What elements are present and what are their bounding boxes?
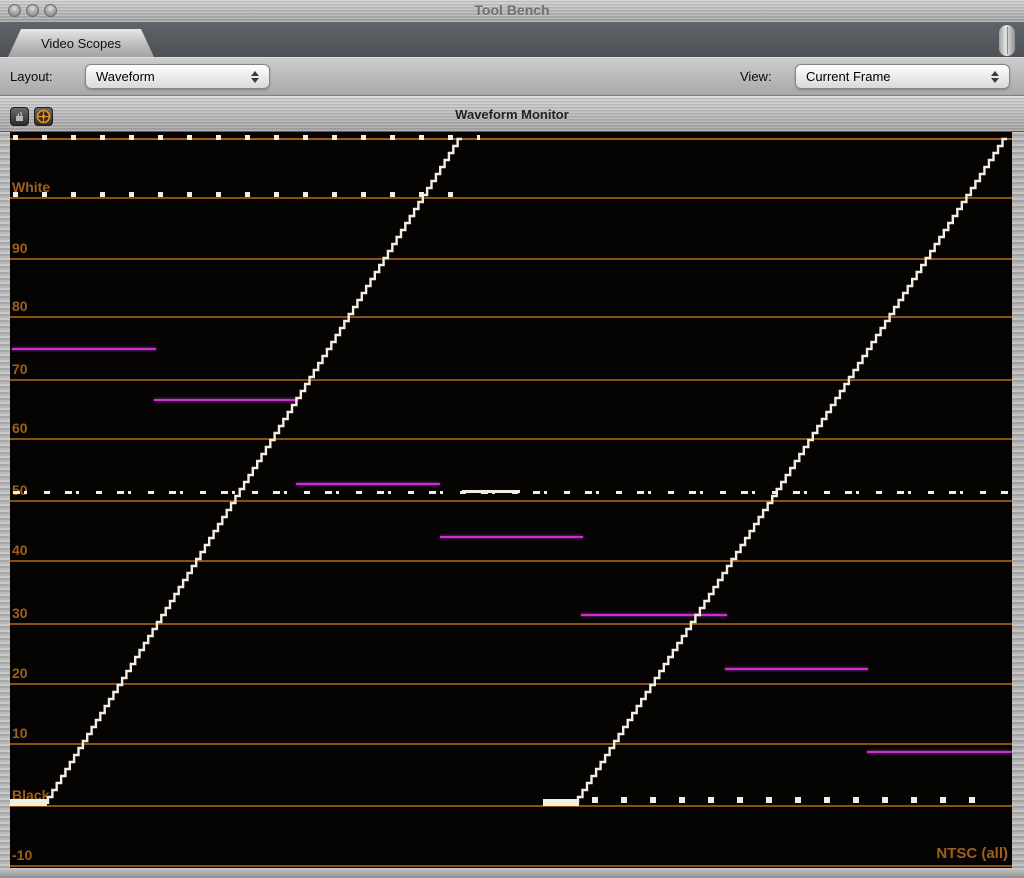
luma-ramp-traces bbox=[10, 132, 1012, 868]
layout-popup-value: Waveform bbox=[86, 69, 245, 84]
scope-left-border bbox=[0, 132, 10, 878]
layout-popup[interactable]: Waveform bbox=[85, 64, 270, 89]
tab-label: Video Scopes bbox=[41, 36, 121, 51]
view-label: View: bbox=[740, 69, 772, 84]
waveform-scope: NTSC (all) White908070605040302010Black-… bbox=[10, 132, 1012, 868]
view-popup-value: Current Frame bbox=[796, 69, 985, 84]
luma-ramp-trace bbox=[48, 139, 462, 804]
popup-stepper-icon bbox=[985, 71, 1009, 83]
tab-strip-handle[interactable] bbox=[998, 24, 1016, 57]
waveform-panel-header: Waveform Monitor bbox=[0, 96, 1024, 132]
window-title: Tool Bench bbox=[0, 2, 1024, 18]
tab-bar: Video Scopes bbox=[0, 22, 1024, 58]
view-popup[interactable]: Current Frame bbox=[795, 64, 1010, 89]
layout-label: Layout: bbox=[10, 69, 53, 84]
scope-bottom-border bbox=[0, 868, 1024, 878]
popup-stepper-icon bbox=[245, 71, 269, 83]
panel-title: Waveform Monitor bbox=[0, 107, 1024, 122]
tab-video-scopes[interactable]: Video Scopes bbox=[8, 29, 154, 57]
luma-ramp-trace bbox=[578, 139, 1007, 804]
scope-right-border bbox=[1012, 132, 1024, 878]
window-titlebar: Tool Bench bbox=[0, 0, 1024, 23]
scope-toolbar: Layout: Waveform View: Current Frame bbox=[0, 57, 1024, 96]
